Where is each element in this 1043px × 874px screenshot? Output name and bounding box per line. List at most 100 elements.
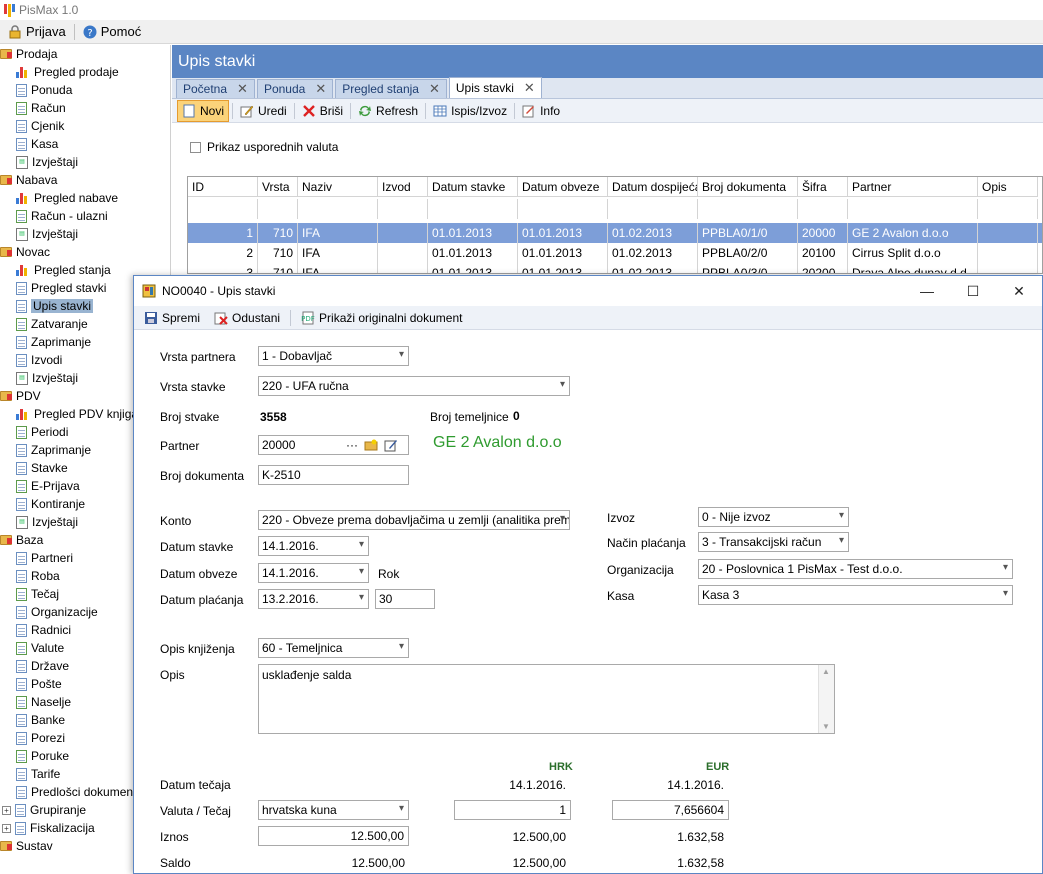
amount-input[interactable]: 12.500,00: [258, 826, 409, 846]
sidebar-item[interactable]: Valute: [16, 639, 64, 657]
description-scrollbar[interactable]: [818, 665, 834, 733]
filter-cell[interactable]: [428, 199, 518, 219]
organization-select[interactable]: 20 - Poslovnica 1 PisMax - Test d.o.o.: [698, 559, 1013, 579]
sidebar-item[interactable]: Države: [16, 657, 69, 675]
login-menu[interactable]: Prijava: [4, 22, 70, 41]
sidebar-item[interactable]: Periodi: [16, 423, 68, 441]
sidebar-item[interactable]: ▤ Izvještaji: [16, 513, 78, 531]
sidebar-item[interactable]: Pregled stanja: [16, 261, 111, 279]
close-icon[interactable]: ✕: [237, 81, 248, 97]
item-type-select[interactable]: 220 - UFA ručna: [258, 376, 570, 396]
save-button[interactable]: Spremi: [140, 307, 204, 329]
sidebar-item[interactable]: Naselje: [16, 693, 71, 711]
refresh-button[interactable]: Refresh: [354, 100, 422, 122]
filter-cell[interactable]: [298, 199, 378, 219]
filter-cell[interactable]: [848, 199, 978, 219]
account-select[interactable]: 220 - Obveze prema dobavljačima u zemlji…: [258, 510, 570, 530]
sidebar-item[interactable]: Tarife: [16, 765, 60, 783]
eur-rate-input[interactable]: 7,656604: [612, 800, 729, 820]
checkbox-box[interactable]: [190, 141, 201, 153]
filter-cell[interactable]: [608, 199, 698, 219]
sidebar-item[interactable]: ▤ Izvještaji: [16, 369, 78, 387]
close-icon[interactable]: ✕: [996, 276, 1042, 306]
document-number-input[interactable]: K-2510: [258, 465, 409, 485]
table-row[interactable]: 1 710 IFA 01.01.2013 01.01.2013 01.02.2013 PPB…: [188, 223, 1042, 243]
edit-icon[interactable]: [384, 438, 398, 452]
sidebar-item[interactable]: Poruke: [16, 747, 69, 765]
sidebar-item[interactable]: Porezi: [16, 729, 65, 747]
column-header[interactable]: Partner: [848, 177, 978, 197]
sidebar-item[interactable]: Pregled stavki: [16, 279, 106, 297]
cashbox-select[interactable]: Kasa 3: [698, 585, 1013, 605]
sidebar-item[interactable]: Novac: [0, 243, 50, 261]
sidebar-item[interactable]: ▤ Izvještaji: [16, 225, 78, 243]
column-header[interactable]: Šifra: [798, 177, 848, 197]
filter-cell[interactable]: [978, 199, 1038, 219]
currency-select[interactable]: hrvatska kuna: [258, 800, 409, 820]
sidebar-item[interactable]: ▤ Izvještaji: [16, 153, 78, 171]
sidebar-item[interactable]: Cjenik: [16, 117, 64, 135]
sidebar-item[interactable]: PDV: [0, 387, 41, 405]
sidebar-item[interactable]: Upis stavki: [16, 297, 94, 315]
sidebar-item[interactable]: Račun - ulazni: [16, 207, 108, 225]
statement-select[interactable]: 0 - Nije izvoz: [698, 507, 849, 527]
items-grid[interactable]: ID Vrsta Naziv Izvod Datum stavke Datum obvez…: [187, 176, 1043, 274]
sidebar-item[interactable]: E-Prijava: [16, 477, 80, 495]
print-export-button[interactable]: Ispis/Izvoz: [429, 100, 511, 122]
minimize-icon[interactable]: —: [904, 276, 950, 306]
column-header[interactable]: ID: [188, 177, 258, 197]
column-header[interactable]: Datum obveze: [518, 177, 608, 197]
column-header[interactable]: Izvod: [378, 177, 428, 197]
sidebar-item[interactable]: Pošte: [16, 675, 62, 693]
close-icon[interactable]: ✕: [315, 81, 326, 97]
column-header[interactable]: Opis: [978, 177, 1038, 197]
column-header[interactable]: Datum stavke: [428, 177, 518, 197]
tab-offer[interactable]: Ponuda ✕: [256, 79, 334, 98]
sidebar-item[interactable]: Izvodi: [16, 351, 62, 369]
column-header[interactable]: Broj dokumenta: [698, 177, 798, 197]
sidebar-item[interactable]: Tečaj: [16, 585, 59, 603]
sidebar-item[interactable]: Banke: [16, 711, 65, 729]
sidebar-item[interactable]: Prodaja: [0, 45, 57, 63]
maximize-icon[interactable]: ☐: [950, 276, 996, 306]
tab-balance-overview[interactable]: Pregled stanja ✕: [335, 79, 447, 98]
info-button[interactable]: Info: [518, 100, 564, 122]
edit-button[interactable]: Uredi: [236, 100, 291, 122]
filter-cell[interactable]: [698, 199, 798, 219]
sidebar-item[interactable]: Zaprimanje: [16, 441, 91, 459]
payment-method-select[interactable]: 3 - Transakcijski račun: [698, 532, 849, 552]
sidebar-item[interactable]: Kasa: [16, 135, 58, 153]
sidebar-item[interactable]: Predlošci dokumenta: [16, 783, 143, 801]
filter-cell[interactable]: [518, 199, 608, 219]
sidebar-item[interactable]: Pregled nabave: [16, 189, 118, 207]
partner-type-select[interactable]: 1 - Dobavljač: [258, 346, 409, 366]
browse-icon[interactable]: ···: [346, 438, 358, 452]
sidebar-item[interactable]: Radnici: [16, 621, 71, 639]
sidebar-item[interactable]: Organizacije: [16, 603, 98, 621]
new-button[interactable]: Novi: [177, 99, 230, 122]
close-icon[interactable]: ✕: [524, 80, 535, 96]
sidebar-item[interactable]: Stavke: [16, 459, 68, 477]
sidebar-item[interactable]: Nabava: [0, 171, 57, 189]
filter-cell[interactable]: [798, 199, 848, 219]
table-row[interactable]: 2 710 IFA 01.01.2013 01.01.2013 01.02.2013 PPB…: [188, 243, 1042, 263]
sidebar-item[interactable]: + Grupiranje: [0, 801, 86, 819]
sidebar-item[interactable]: Zatvaranje: [16, 315, 88, 333]
hrk-rate-input[interactable]: 1: [454, 800, 571, 820]
payment-date-picker[interactable]: 13.2.2016.: [258, 589, 369, 609]
sidebar-item[interactable]: Roba: [16, 567, 60, 585]
booking-description-select[interactable]: 60 - Temeljnica: [258, 638, 409, 658]
column-header[interactable]: Vrsta: [258, 177, 298, 197]
sidebar-item[interactable]: + Fiskalizacija: [0, 819, 95, 837]
expand-icon[interactable]: +: [2, 805, 11, 815]
due-date-picker[interactable]: 14.1.2016.: [258, 563, 369, 583]
column-header[interactable]: Naziv: [298, 177, 378, 197]
item-date-picker[interactable]: 14.1.2016.: [258, 536, 369, 556]
filter-row[interactable]: [188, 199, 1042, 219]
sidebar-item[interactable]: Sustav: [0, 837, 53, 855]
sidebar-item[interactable]: Ponuda: [16, 81, 72, 99]
delete-button[interactable]: Briši: [298, 100, 347, 122]
expand-icon[interactable]: +: [2, 823, 11, 833]
tab-item-entry[interactable]: Upis stavki ✕: [448, 77, 542, 98]
table-row[interactable]: 3 710 IFA 01.01.2013 01.01.2013 01.02.2013 PPB…: [188, 263, 1042, 273]
